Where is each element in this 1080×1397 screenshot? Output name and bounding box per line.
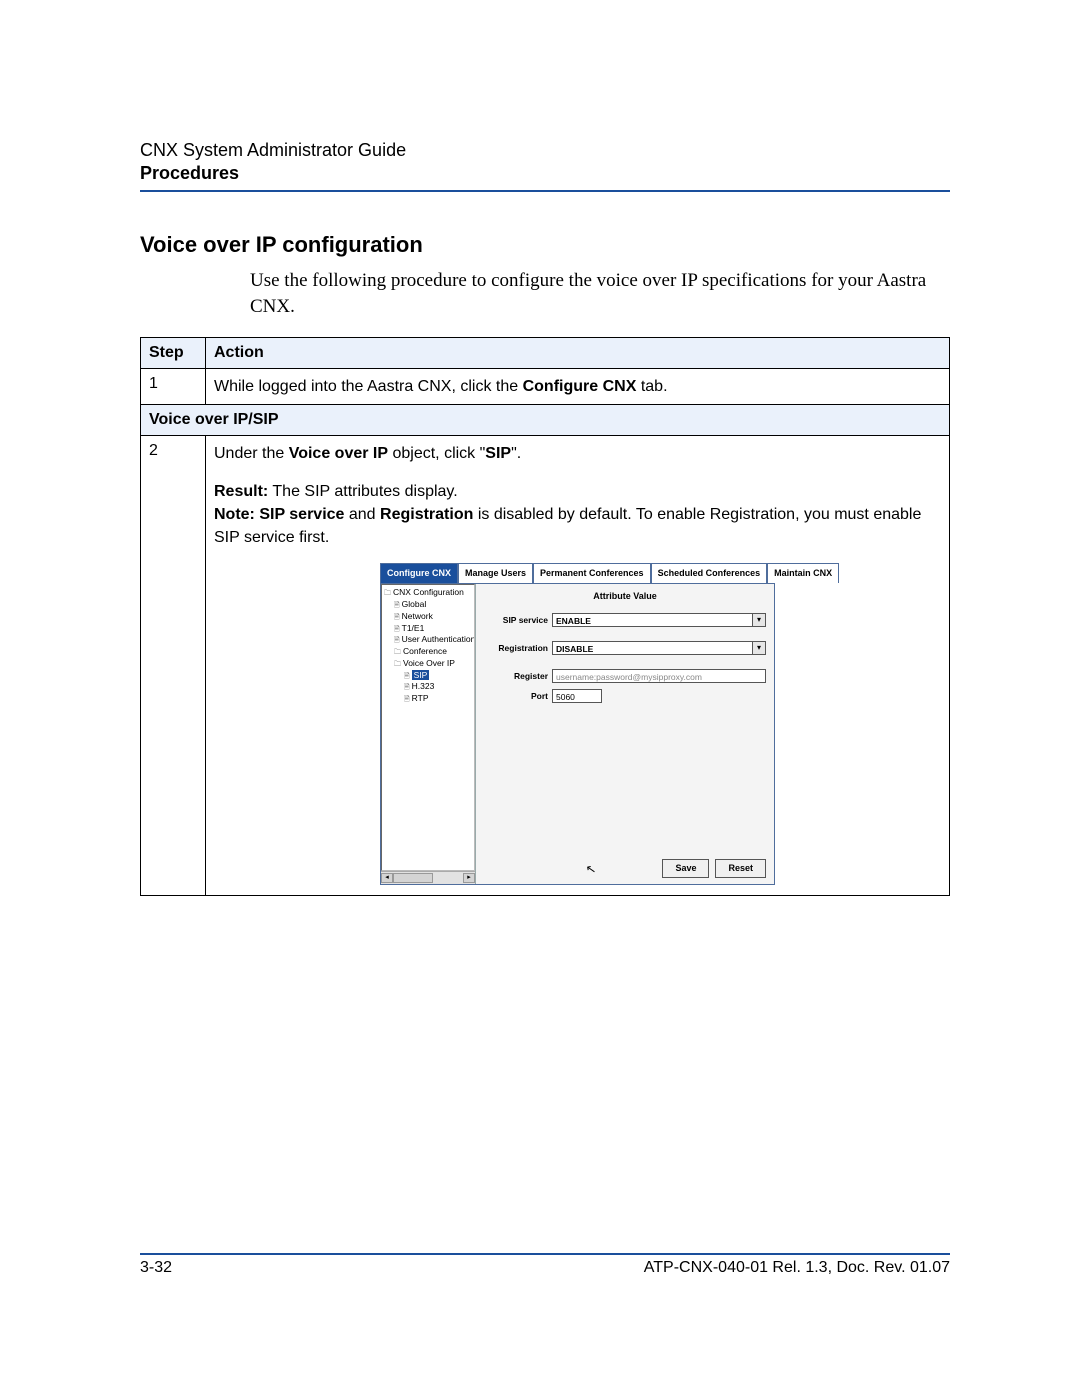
tree-t1e1[interactable]: T1/E1 xyxy=(394,623,474,635)
header-rule xyxy=(140,190,950,192)
tree-pane: CNX Configuration Global Network T1/E1 U… xyxy=(381,584,476,884)
step-number: 2 xyxy=(141,436,206,896)
subheader-text: Voice over IP/SIP xyxy=(141,405,950,436)
chevron-down-icon[interactable]: ▾ xyxy=(752,613,766,627)
tree-network[interactable]: Network xyxy=(394,611,474,623)
page-number: 3-32 xyxy=(140,1259,172,1277)
chevron-down-icon[interactable]: ▾ xyxy=(752,641,766,655)
register-input[interactable]: username:password@mysipproxy.com xyxy=(552,669,766,683)
scroll-left-arrow-icon[interactable]: ◂ xyxy=(381,873,393,883)
registration-label: Registration xyxy=(484,642,552,654)
tree-rtp[interactable]: RTP xyxy=(404,693,474,705)
sip-service-select[interactable]: ENABLE xyxy=(552,613,753,627)
footer-rule xyxy=(140,1253,950,1255)
cursor-icon: ↖ xyxy=(585,860,598,879)
procedure-table: Step Action 1 While logged into the Aast… xyxy=(140,337,950,896)
tab-manage-users[interactable]: Manage Users xyxy=(458,563,533,583)
save-button[interactable]: Save xyxy=(662,859,709,878)
step-number: 1 xyxy=(141,369,206,405)
table-row: 2 Under the Voice over IP object, click … xyxy=(141,436,950,896)
intro-paragraph: Use the following procedure to configure… xyxy=(250,268,950,319)
port-label: Port xyxy=(484,690,552,702)
tree-root[interactable]: CNX Configuration xyxy=(384,587,474,599)
table-row: 1 While logged into the Aastra CNX, clic… xyxy=(141,369,950,405)
scroll-right-arrow-icon[interactable]: ▸ xyxy=(463,873,475,883)
doc-title: CNX System Administrator Guide xyxy=(140,140,950,161)
tab-scheduled-conferences[interactable]: Scheduled Conferences xyxy=(651,563,768,583)
tab-permanent-conferences[interactable]: Permanent Conferences xyxy=(533,563,651,583)
subheader-row: Voice over IP/SIP xyxy=(141,405,950,436)
attribute-pane: Attribute Value SIP service ENABLE ▾ xyxy=(476,584,774,884)
col-header-action: Action xyxy=(206,338,950,369)
tab-maintain-cnx[interactable]: Maintain CNX xyxy=(767,563,839,583)
tree-conference[interactable]: Conference xyxy=(394,646,474,658)
doc-subtitle: Procedures xyxy=(140,163,950,184)
embedded-screenshot: Configure CNX Manage Users Permanent Con… xyxy=(380,563,775,885)
sip-service-label: SIP service xyxy=(484,614,552,626)
port-input[interactable]: 5060 xyxy=(552,689,602,703)
doc-reference: ATP-CNX-040-01 Rel. 1.3, Doc. Rev. 01.07 xyxy=(644,1259,950,1277)
scroll-thumb[interactable] xyxy=(393,873,433,883)
tree-user-auth[interactable]: User Authentication xyxy=(394,634,474,646)
page-footer: 3-32 ATP-CNX-040-01 Rel. 1.3, Doc. Rev. … xyxy=(140,1253,950,1277)
col-header-step: Step xyxy=(141,338,206,369)
tree-sip[interactable]: SIP xyxy=(404,670,474,682)
step1-action: While logged into the Aastra CNX, click … xyxy=(206,369,950,405)
tree-h323[interactable]: H.323 xyxy=(404,681,474,693)
register-label: Register xyxy=(484,670,552,682)
tree-horizontal-scrollbar[interactable]: ◂ ▸ xyxy=(381,871,475,884)
tab-configure-cnx[interactable]: Configure CNX xyxy=(380,563,458,583)
tab-bar: Configure CNX Manage Users Permanent Con… xyxy=(380,563,775,583)
config-tree[interactable]: CNX Configuration Global Network T1/E1 U… xyxy=(381,584,475,871)
step2-action: Under the Voice over IP object, click "S… xyxy=(206,436,950,896)
section-heading: Voice over IP configuration xyxy=(140,232,950,258)
tree-global[interactable]: Global xyxy=(394,599,474,611)
registration-select[interactable]: DISABLE xyxy=(552,641,753,655)
tree-voip[interactable]: Voice Over IP xyxy=(394,658,474,670)
reset-button[interactable]: Reset xyxy=(715,859,766,878)
attribute-header: Attribute Value xyxy=(476,584,774,613)
